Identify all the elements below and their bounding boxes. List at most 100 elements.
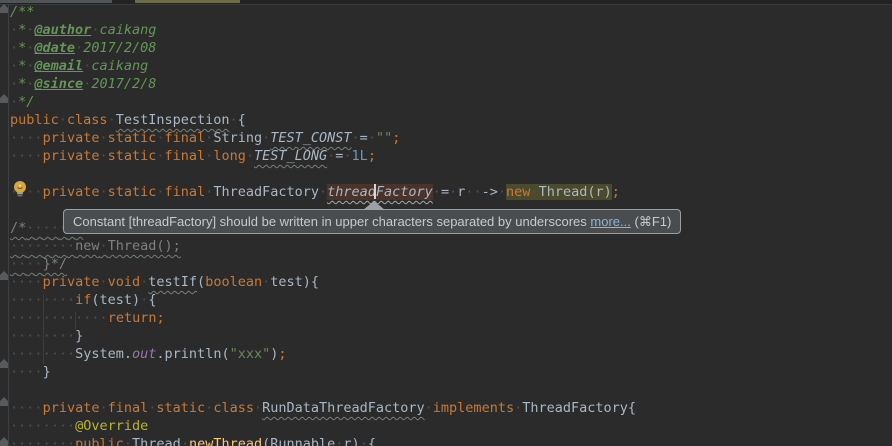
- tab-underline-active[interactable]: [135, 0, 240, 3]
- code-line[interactable]: ·*/: [10, 93, 34, 111]
- whitespace-dot: ·: [67, 238, 75, 254]
- code-token: ········: [10, 292, 75, 308]
- whitespace-dot: ·: [10, 130, 18, 146]
- whitespace-dot: ·: [10, 148, 18, 164]
- code-token: public·class: [10, 112, 108, 128]
- whitespace-dot: ·: [205, 184, 213, 200]
- code-line[interactable]: ········if(test)·{: [10, 291, 156, 309]
- code-line[interactable]: ········}: [10, 327, 83, 345]
- code-token: @Override: [75, 418, 148, 434]
- fold-marker-icon[interactable]: [0, 437, 8, 446]
- code-token: ;: [612, 184, 620, 200]
- code-token: ····}*/: [10, 256, 67, 272]
- code-line[interactable]: ·*·@date·2017/2/08: [10, 39, 156, 57]
- code-token: ····: [10, 274, 43, 290]
- fold-marker-icon[interactable]: [0, 94, 8, 103]
- code-token: return;: [108, 310, 165, 326]
- code-line[interactable]: ····}: [10, 363, 51, 381]
- code-line[interactable]: ········System.out.println("xxx");: [10, 345, 287, 363]
- code-line[interactable]: ····private·static·final·long·TEST_LONG·…: [10, 147, 376, 165]
- whitespace-dot: ·: [67, 436, 75, 446]
- code-token: RunDataThreadFactory: [262, 400, 425, 416]
- code-token: implements: [433, 400, 514, 416]
- code-line[interactable]: ·*·@since·2017/2/8: [10, 75, 156, 93]
- code-line[interactable]: /**: [10, 3, 34, 21]
- text-caret: [374, 184, 376, 199]
- fold-marker-icon[interactable]: [0, 271, 8, 280]
- whitespace-dot: ·: [254, 400, 262, 416]
- code-token: ;: [392, 130, 400, 146]
- editor-tab-strip: [0, 0, 892, 5]
- whitespace-dot: ·: [34, 364, 42, 380]
- whitespace-dot: ·: [205, 400, 213, 416]
- code-token: ·ThreadFactory{: [514, 400, 636, 416]
- whitespace-dot: ·: [449, 184, 457, 200]
- code-line[interactable]: ····private·void·testIf(boolean·test){: [10, 273, 319, 291]
- fold-marker-icon[interactable]: [0, 4, 8, 13]
- whitespace-dot: ·: [100, 238, 108, 254]
- whitespace-dot: ·: [59, 436, 67, 446]
- whitespace-dot: ·: [246, 148, 254, 164]
- whitespace-dot: ·: [34, 418, 42, 434]
- whitespace-dot: ·: [67, 328, 75, 344]
- code-token: testIf: [148, 274, 197, 290]
- code-line[interactable]: ········public·Thread·newThread(Runnable…: [10, 435, 376, 446]
- whitespace-dot: ·: [425, 400, 433, 416]
- code-line[interactable]: ····}*/: [10, 255, 67, 273]
- whitespace-dot: ·: [100, 310, 108, 326]
- inspection-tooltip: Constant [threadFactory] should be writt…: [63, 209, 681, 234]
- code-line[interactable]: ·*·@author·caikang: [10, 21, 156, 39]
- whitespace-dot: ·: [205, 148, 213, 164]
- code-line[interactable]: ····private·static·final·ThreadFactory·t…: [10, 183, 620, 201]
- fold-marker-icon[interactable]: [0, 397, 8, 406]
- code-token: .println(: [156, 346, 229, 362]
- code-token: ·: [246, 148, 254, 164]
- intention-bulb-icon[interactable]: [13, 180, 27, 198]
- whitespace-dot: ·: [343, 148, 351, 164]
- code-token: ·: [108, 112, 116, 128]
- whitespace-dot: ·: [34, 256, 42, 272]
- whitespace-dot: ·: [10, 256, 18, 272]
- code-line[interactable]: ············return;: [10, 309, 165, 327]
- whitespace-dot: ·: [99, 274, 107, 290]
- code-token: ········new·Thread();: [10, 238, 181, 254]
- whitespace-dot: ·: [10, 22, 18, 38]
- code-token: ·=·r··->·: [433, 184, 506, 200]
- code-token: ····: [10, 130, 43, 146]
- whitespace-dot: ·: [99, 148, 107, 164]
- fold-marker-icon[interactable]: [0, 359, 8, 368]
- whitespace-dot: ·: [498, 184, 506, 200]
- code-token: ·ThreadFactory·: [205, 184, 327, 200]
- code-line[interactable]: ········new·Thread();: [10, 237, 181, 255]
- whitespace-dot: ·: [34, 184, 42, 200]
- whitespace-dot: ·: [59, 310, 67, 326]
- whitespace-dot: ·: [10, 238, 18, 254]
- whitespace-dot: ·: [67, 418, 75, 434]
- code-editor-window: /**·*·@author·caikang·*·@date·2017/2/08·…: [0, 0, 892, 446]
- tooltip-more-link[interactable]: more...: [590, 214, 630, 229]
- code-token: ·*·: [10, 22, 34, 38]
- whitespace-dot: ·: [34, 346, 42, 362]
- code-token: ·caikang: [91, 22, 156, 38]
- code-token: ············: [10, 310, 108, 326]
- whitespace-dot: ·: [10, 274, 18, 290]
- code-line[interactable]: ····private·static·final·String·TEST_CON…: [10, 129, 400, 147]
- code-line[interactable]: ····private·final·static·class·RunDataTh…: [10, 399, 636, 417]
- whitespace-dot: ·: [156, 148, 164, 164]
- code-token: "xxx": [230, 346, 271, 362]
- code-line[interactable]: public·class·TestInspection·{: [10, 111, 246, 129]
- whitespace-dot: ·: [10, 58, 18, 74]
- whitespace-dot: ·: [43, 436, 51, 446]
- whitespace-dot: ·: [67, 346, 75, 362]
- code-token: ····: [10, 400, 43, 416]
- code-line[interactable]: ·*·@email·caikang: [10, 57, 148, 75]
- whitespace-dot: ·: [140, 292, 148, 308]
- whitespace-dot: ·: [360, 436, 368, 446]
- code-token: (test)·{: [91, 292, 156, 308]
- code-line[interactable]: ········@Override: [10, 417, 148, 435]
- whitespace-dot: ·: [352, 130, 360, 146]
- code-token: 1L: [352, 148, 368, 164]
- code-token: ·{: [230, 112, 246, 128]
- whitespace-dot: ·: [43, 220, 51, 236]
- code-token: ····: [10, 148, 43, 164]
